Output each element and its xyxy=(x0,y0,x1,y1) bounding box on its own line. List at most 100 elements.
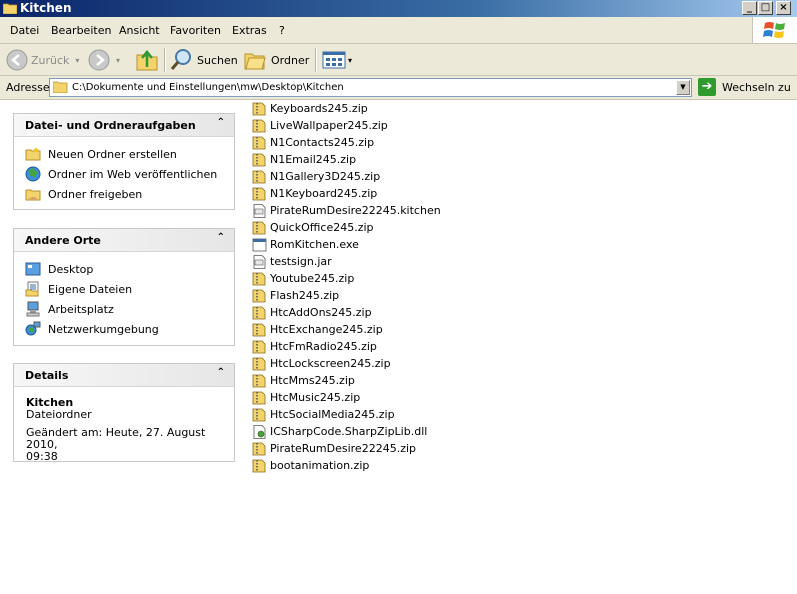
views-icon xyxy=(322,51,346,69)
folder-icon xyxy=(53,81,68,93)
file-item[interactable]: HtcMusic245.zip xyxy=(252,389,452,406)
file-item[interactable]: HtcSocialMedia245.zip xyxy=(252,406,452,423)
place-my-documents-label: Eigene Dateien xyxy=(48,282,133,296)
address-dropdown-icon[interactable]: ▼ xyxy=(676,80,690,95)
file-name: N1Contacts245.zip xyxy=(270,136,375,149)
collapse-icon[interactable]: ⌃ xyxy=(217,117,225,128)
back-button[interactable]: Zurück ▾ xyxy=(6,47,79,73)
tasks-panel-title: Datei- und Ordneraufgaben xyxy=(25,119,196,132)
place-my-documents[interactable]: Eigene Dateien xyxy=(14,279,234,299)
back-dropdown-icon[interactable]: ▾ xyxy=(75,56,79,65)
file-item[interactable]: N1Contacts245.zip xyxy=(252,134,452,151)
file-name: HtcLockscreen245.zip xyxy=(270,357,391,370)
folder-icon xyxy=(3,3,17,14)
place-desktop-label: Desktop xyxy=(48,262,94,276)
file-item[interactable]: N1Email245.zip xyxy=(252,151,452,168)
forward-button[interactable]: ▾ xyxy=(88,47,120,73)
collapse-icon[interactable]: ⌃ xyxy=(217,232,225,243)
place-my-computer[interactable]: Arbeitsplatz xyxy=(14,299,234,319)
tasks-panel-header[interactable]: Datei- und Ordneraufgaben ⌃ xyxy=(14,114,234,137)
file-item[interactable]: HtcFmRadio245.zip xyxy=(252,338,452,355)
search-button[interactable]: Suchen xyxy=(170,47,238,73)
file-item[interactable]: RomKitchen.exe xyxy=(252,236,452,253)
minimize-button[interactable]: _ xyxy=(742,1,757,15)
zip-icon xyxy=(252,374,267,388)
zip-icon xyxy=(252,136,267,150)
menu-datei[interactable]: Datei xyxy=(10,24,39,37)
file-item[interactable]: HtcLockscreen245.zip xyxy=(252,355,452,372)
file-name: Flash245.zip xyxy=(270,289,340,302)
maximize-button[interactable]: □ xyxy=(758,1,773,15)
views-button[interactable]: ▾ xyxy=(322,47,352,73)
zip-icon xyxy=(252,153,267,167)
zip-icon xyxy=(252,289,267,303)
forward-arrow-icon xyxy=(88,49,110,71)
title-bar[interactable]: Kitchen _ □ × xyxy=(0,0,797,17)
address-input[interactable]: C:\Dokumente und Einstellungen\mw\Deskto… xyxy=(49,78,692,97)
details-panel: Details ⌃ Kitchen Dateiordner Geändert a… xyxy=(13,363,235,463)
zip-icon xyxy=(252,102,267,116)
zip-icon xyxy=(252,119,267,133)
places-panel: Andere Orte ⌃ Desktop Eigene Dateien Arb… xyxy=(13,228,235,346)
file-item[interactable]: HtcExchange245.zip xyxy=(252,321,452,338)
zip-icon xyxy=(252,187,267,201)
file-item[interactable]: PirateRumDesire22245.zip xyxy=(252,440,452,457)
file-name: N1Keyboard245.zip xyxy=(270,187,378,200)
menu-bar: Datei Bearbeiten Ansicht Favoriten Extra… xyxy=(0,17,797,44)
file-item[interactable]: LiveWallpaper245.zip xyxy=(252,117,452,134)
forward-dropdown-icon[interactable]: ▾ xyxy=(116,56,120,65)
tasks-panel: Datei- und Ordneraufgaben ⌃ Neuen Ordner… xyxy=(13,113,235,210)
folders-button[interactable]: Ordner xyxy=(244,47,309,73)
computer-icon xyxy=(26,301,40,317)
file-name: HtcFmRadio245.zip xyxy=(270,340,377,353)
task-publish-web[interactable]: Ordner im Web veröffentlichen xyxy=(14,164,234,184)
file-name: bootanimation.zip xyxy=(270,459,370,472)
zip-icon xyxy=(252,323,267,337)
details-panel-header[interactable]: Details ⌃ xyxy=(14,364,234,387)
menu-extras[interactable]: Extras xyxy=(232,24,267,37)
menu-ansicht[interactable]: Ansicht xyxy=(119,24,160,37)
menu-favoriten[interactable]: Favoriten xyxy=(170,24,221,37)
file-item[interactable]: QuickOffice245.zip xyxy=(252,219,452,236)
file-item[interactable]: PirateRumDesire22245.kitchen xyxy=(252,202,452,219)
zip-icon xyxy=(252,391,267,405)
file-item[interactable]: HtcMms245.zip xyxy=(252,372,452,389)
folders-icon xyxy=(244,53,266,70)
task-share-folder[interactable]: Ordner freigeben xyxy=(14,184,234,204)
details-modified: Geändert am: Heute, 27. August 2010, xyxy=(26,426,206,451)
places-panel-header[interactable]: Andere Orte ⌃ xyxy=(14,229,234,252)
details-modified-time: 09:38 xyxy=(26,450,58,463)
views-dropdown-icon[interactable]: ▾ xyxy=(348,56,352,65)
menu-help[interactable]: ? xyxy=(279,24,285,37)
file-item[interactable]: Keyboards245.zip xyxy=(252,100,452,117)
zip-icon xyxy=(252,340,267,354)
file-item[interactable]: N1Gallery3D245.zip xyxy=(252,168,452,185)
place-network[interactable]: Netzwerkumgebung xyxy=(14,319,234,339)
collapse-icon[interactable]: ⌃ xyxy=(217,367,225,378)
up-button[interactable] xyxy=(136,47,158,73)
menu-bearbeiten[interactable]: Bearbeiten xyxy=(51,24,111,37)
task-publish-web-label: Ordner im Web veröffentlichen xyxy=(48,167,218,181)
file-item[interactable]: Youtube245.zip xyxy=(252,270,452,287)
zip-icon xyxy=(252,306,267,320)
file-name: testsign.jar xyxy=(270,255,332,268)
close-button[interactable]: × xyxy=(776,1,791,15)
file-item[interactable]: N1Keyboard245.zip xyxy=(252,185,452,202)
task-new-folder[interactable]: Neuen Ordner erstellen xyxy=(14,144,234,164)
place-desktop[interactable]: Desktop xyxy=(14,259,234,279)
file-item[interactable]: ICSharpCode.SharpZipLib.dll xyxy=(252,423,452,440)
file-name: HtcMms245.zip xyxy=(270,374,355,387)
file-name: PirateRumDesire22245.kitchen xyxy=(270,204,441,217)
go-button[interactable]: ➔ Wechseln zu xyxy=(698,78,791,96)
toolbar: Zurück ▾ ▾ Suchen Ordner ▾ xyxy=(0,44,797,76)
generic-file-icon xyxy=(252,203,267,218)
shared-folder-icon xyxy=(25,189,41,201)
search-label: Suchen xyxy=(197,53,238,67)
windows-logo-icon xyxy=(752,17,797,43)
file-item[interactable]: bootanimation.zip xyxy=(252,457,452,474)
file-name: LiveWallpaper245.zip xyxy=(270,119,388,132)
file-item[interactable]: Flash245.zip xyxy=(252,287,452,304)
go-label: Wechseln zu xyxy=(722,80,791,94)
file-item[interactable]: HtcAddOns245.zip xyxy=(252,304,452,321)
file-item[interactable]: testsign.jar xyxy=(252,253,452,270)
